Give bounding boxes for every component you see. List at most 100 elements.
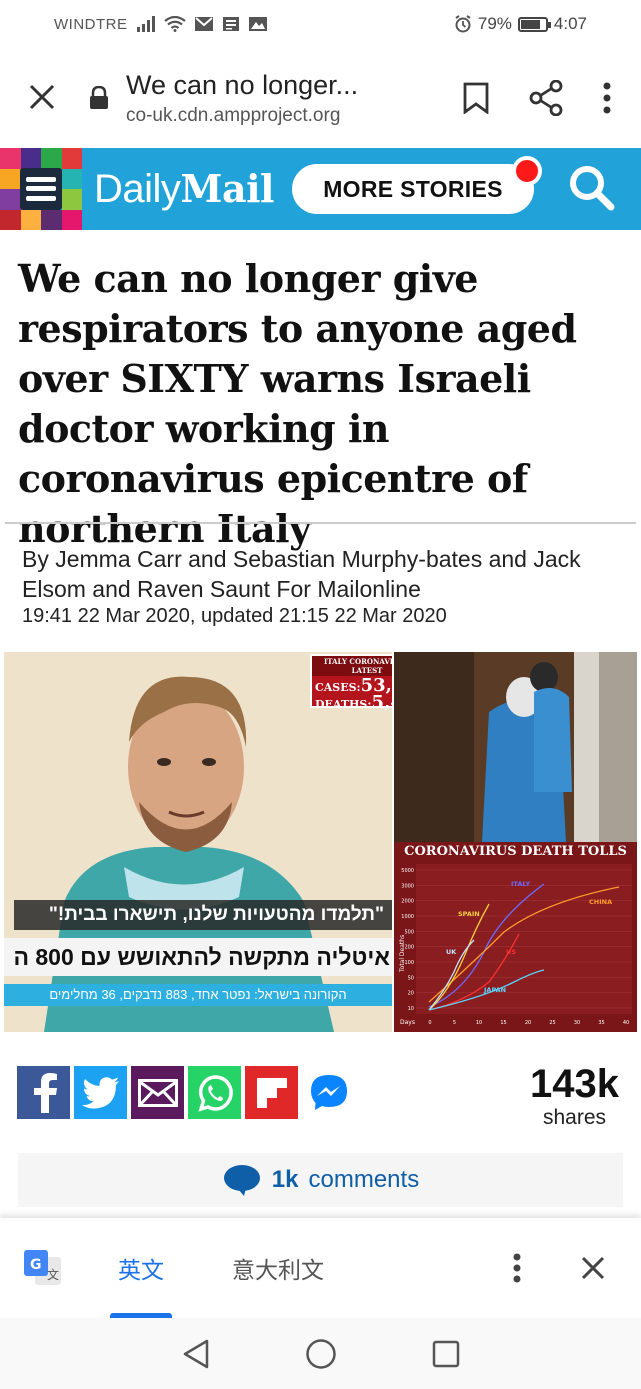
svg-text:G: G: [30, 1257, 42, 1273]
site-header: DailyMail MORE STORIES: [0, 148, 641, 230]
article-dateline: 19:41 22 Mar 2020, updated 21:15 22 Mar …: [22, 605, 447, 627]
y-tick-label: 5000: [401, 868, 414, 874]
svg-text:文: 文: [47, 1267, 59, 1282]
email-icon: [137, 1078, 178, 1107]
system-nav-bar: [0, 1318, 641, 1389]
alarm-icon: [455, 15, 471, 33]
y-tick-label: 2000: [401, 899, 414, 905]
notification-dot: [511, 156, 542, 186]
comments-button[interactable]: 1k comments: [18, 1153, 623, 1207]
recents-icon[interactable]: [432, 1340, 460, 1368]
x-tick-label: 15: [500, 1020, 506, 1026]
logo-mail: Mail: [180, 166, 274, 211]
back-icon[interactable]: [182, 1339, 210, 1369]
lock-icon[interactable]: [84, 86, 114, 110]
url-display[interactable]: We can no longer... co-uk.cdn.ampproject…: [114, 70, 463, 127]
series-label-china: CHINA: [589, 898, 612, 906]
facebook-icon: [33, 1072, 57, 1113]
article-headline: We can no longer give respirators to any…: [18, 256, 577, 551]
status-left: WINDTRE: [54, 16, 268, 33]
flipboard-share-button[interactable]: [245, 1066, 298, 1119]
bookmark-icon[interactable]: [463, 82, 489, 114]
y-tick-label: 10: [408, 1006, 414, 1012]
tab-target-language[interactable]: 意大利文: [198, 1218, 358, 1318]
italy-deaths: DEATHS:5,476: [315, 692, 392, 713]
hamburger-menu-icon: [20, 168, 62, 210]
logo-daily: Daily: [94, 167, 181, 211]
home-icon[interactable]: [305, 1338, 337, 1370]
battery-percent: 79%: [477, 14, 512, 33]
email-share-button[interactable]: [131, 1066, 184, 1119]
doctor-video-still[interactable]: "תלמדו מהטעויות שלנו, תישארו בבית!" איטל…: [4, 652, 392, 1032]
share-buttons: [17, 1066, 355, 1119]
url-actions: [463, 80, 641, 116]
article-byline: By Jemma Carr and Sebastian Murphy-bates…: [22, 546, 581, 602]
signal-icon: [136, 16, 155, 32]
carrier-name: WINDTRE: [54, 15, 128, 33]
video-caption-ticker: הקורונה בישראל: נפטר אחד, 883 נדבקים, 36…: [4, 984, 392, 1006]
twitter-share-button[interactable]: [74, 1066, 127, 1119]
translate-close-icon[interactable]: [581, 1256, 605, 1280]
close-tab-button[interactable]: [0, 79, 84, 117]
x-tick-label: 40: [623, 1020, 629, 1026]
comment-bubble-icon: [223, 1165, 260, 1196]
whatsapp-share-button[interactable]: [188, 1066, 241, 1119]
search-icon: [570, 165, 615, 210]
share-icon[interactable]: [529, 80, 563, 116]
x-axis-label: Days: [400, 1019, 415, 1026]
flipboard-icon: [256, 1077, 287, 1108]
more-stories-button[interactable]: MORE STORIES: [291, 156, 542, 214]
battery-icon: [517, 16, 551, 32]
close-icon: [29, 84, 55, 110]
tab-source-language[interactable]: 英文: [84, 1218, 198, 1318]
x-tick-label: 20: [525, 1020, 531, 1026]
y-tick-label: 500: [404, 929, 414, 935]
overflow-menu-icon[interactable]: [603, 82, 611, 114]
share-count: 143k shares: [530, 1064, 619, 1130]
share-count-label: shares: [542, 1106, 607, 1129]
site-menu-button[interactable]: [0, 148, 82, 230]
browser-url-bar: We can no longer... co-uk.cdn.ampproject…: [0, 48, 641, 148]
medical-workers-photo[interactable]: [394, 652, 637, 842]
messenger-share-button[interactable]: [302, 1066, 355, 1119]
series-label-japan: JAPAN: [483, 986, 506, 994]
x-tick-label: 30: [574, 1020, 580, 1026]
wifi-icon: [163, 16, 186, 32]
mail-notification-icon: [194, 17, 213, 31]
google-translate-icon[interactable]: G文: [2, 1249, 84, 1287]
y-tick-label: 3000: [401, 883, 414, 889]
translate-bar: G文 英文 意大利文: [0, 1218, 641, 1318]
x-tick-label: 35: [598, 1020, 604, 1026]
medical-workers-illustration: [394, 652, 637, 842]
page-title: We can no longer...: [126, 69, 359, 100]
messenger-icon: [310, 1074, 347, 1110]
series-label-italy: ITALY: [511, 880, 531, 888]
translate-more-icon[interactable]: [513, 1253, 521, 1283]
article-image-collage[interactable]: "תלמדו מהטעויות שלנו, תישארו בבית!" איטל…: [4, 652, 637, 1032]
site-logo[interactable]: DailyMail: [94, 166, 274, 212]
status-bar: WINDTRE 79% 4:07: [0, 0, 641, 48]
x-tick-label: 0: [428, 1020, 431, 1026]
y-axis-label: Total Deaths: [399, 935, 406, 973]
video-caption-quote: "תלמדו מהטעויות שלנו, תישארו בבית!": [14, 900, 392, 930]
translate-actions: [513, 1253, 641, 1283]
site-search-button[interactable]: [567, 163, 615, 216]
series-label-us: US: [506, 948, 516, 956]
x-tick-label: 25: [549, 1020, 555, 1026]
y-tick-label: 50: [408, 975, 414, 981]
news-notification-icon: [222, 17, 239, 31]
page-host: co-uk.cdn.ampproject.org: [126, 104, 341, 126]
death-toll-chart[interactable]: CORONAVIRUS DEATH TOLLS 5000 3000 2000 1000…: [394, 842, 637, 1032]
status-right: 79% 4:07: [454, 14, 587, 34]
whatsapp-icon: [197, 1074, 233, 1112]
italy-stats-title: ITALY CORONAVIRUS LATEST: [312, 656, 392, 676]
share-count-number: 143k: [530, 1062, 619, 1106]
headline-divider: [5, 522, 636, 524]
facebook-share-button[interactable]: [17, 1066, 70, 1119]
y-tick-label: 20: [408, 991, 414, 997]
italy-stats-box: ITALY CORONAVIRUS LATEST CASES:53,578 DE…: [310, 654, 392, 712]
series-label-uk: UK: [446, 948, 457, 956]
twitter-icon: [81, 1076, 119, 1109]
y-tick-label: 1000: [401, 914, 414, 920]
series-label-spain: SPAIN: [458, 910, 480, 918]
